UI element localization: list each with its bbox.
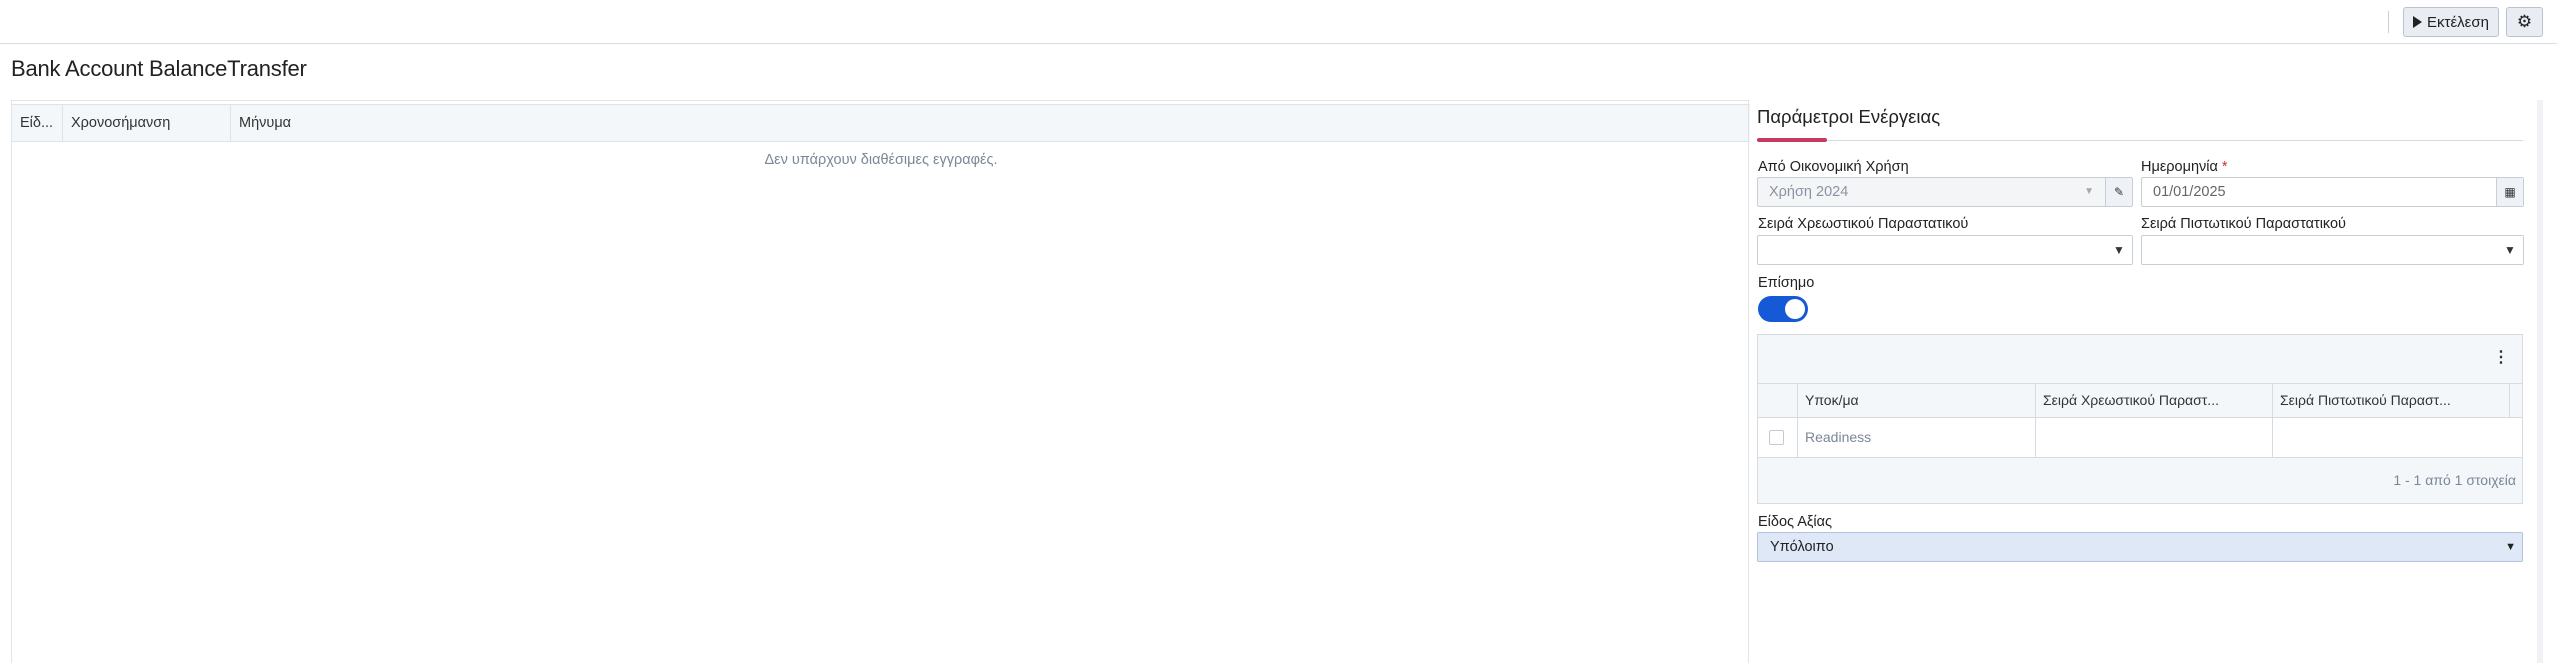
official-label: Επίσημο (1758, 275, 1815, 291)
panel-scrollbar[interactable] (2537, 100, 2543, 663)
run-button[interactable]: Εκτέλεση (2403, 7, 2499, 37)
value-type-value: Υπόλοιπο (1770, 539, 1834, 555)
log-grid-header: Είδ... Χρονοσήμανση Μήνυμα (12, 104, 1750, 142)
row-select-cell (1758, 418, 1798, 457)
log-grid: Είδ... Χρονοσήμανση Μήνυμα Δεν υπάρχουν … (11, 100, 1750, 663)
fiscal-year-label: Από Οικονομική Χρήση (1758, 159, 1909, 175)
credit-series-label: Σειρά Πιστωτικού Παραστατικού (2141, 216, 2346, 232)
branches-grid: ⋮ Υποκ/μα Σειρά Χρεωστικού Παραστ... Σει… (1757, 334, 2523, 504)
page-title: Bank Account BalanceTransfer (11, 56, 307, 81)
required-mark: * (2221, 159, 2228, 175)
pager-info: 1 - 1 από 1 στοιχεία (2393, 472, 2516, 488)
calendar-icon: ▦ (2504, 185, 2516, 199)
pencil-icon: ✎ (2113, 185, 2125, 199)
parameters-title: Παράμετροι Ενέργειας (1757, 106, 1941, 127)
value-type-select[interactable]: Υπόλοιπο ▼ (1757, 532, 2523, 562)
settings-button[interactable]: ⚙ (2506, 7, 2543, 37)
table-row[interactable]: Readiness (1758, 418, 2522, 458)
debit-series-label: Σειρά Χρεωστικού Παραστατικού (1758, 216, 1969, 232)
chevron-down-icon: ▼ (2084, 186, 2094, 197)
fiscal-year-value: Χρήση 2024 (1769, 184, 1849, 200)
column-header-debit-series[interactable]: Σειρά Χρεωστικού Παραστ... (2036, 384, 2273, 417)
credit-series-dropdown-button[interactable]: ▼ (2497, 236, 2523, 264)
official-toggle[interactable] (1758, 296, 1808, 322)
debit-series-cell[interactable] (2036, 418, 2273, 457)
branches-grid-header: Υποκ/μα Σειρά Χρεωστικού Παραστ... Σειρά… (1758, 383, 2522, 418)
column-header-timestamp[interactable]: Χρονοσήμανση (63, 105, 231, 141)
date-label: Ημερομηνία * (2141, 159, 2228, 175)
chevron-down-icon: ▼ (2505, 541, 2516, 553)
value-type-label: Είδος Αξίας (1758, 514, 1833, 530)
toggle-knob (1785, 299, 1805, 319)
date-label-text: Ημερομηνία (2141, 159, 2218, 175)
parameters-tab-indicator (1757, 138, 1827, 142)
top-toolbar: Εκτέλεση ⚙ (0, 0, 2557, 44)
empty-records-message: Δεν υπάρχουν διαθέσιμες εγγραφές. (764, 152, 998, 168)
column-header-type[interactable]: Είδ... (12, 105, 63, 141)
row-checkbox[interactable] (1769, 430, 1784, 445)
debit-series-dropdown-button[interactable]: ▼ (2106, 236, 2132, 264)
edit-button[interactable]: ✎ (2105, 178, 2132, 206)
credit-series-cell[interactable] (2273, 418, 2510, 457)
select-column-header (1758, 384, 1798, 417)
calendar-button[interactable]: ▦ (2496, 178, 2523, 206)
column-header-message[interactable]: Μήνυμα (231, 105, 1749, 141)
fiscal-year-field: Χρήση 2024 ▼ ✎ (1757, 177, 2133, 207)
chevron-down-icon: ▼ (2504, 243, 2516, 257)
debit-series-select[interactable]: ▼ (1757, 235, 2133, 265)
column-header-branch[interactable]: Υποκ/μα (1798, 384, 2036, 417)
run-button-label: Εκτέλεση (2427, 13, 2489, 31)
play-icon (2413, 16, 2423, 28)
chevron-down-icon: ▼ (2113, 243, 2125, 257)
gear-icon: ⚙ (2516, 12, 2533, 31)
date-field[interactable]: 01/01/2025 ▦ (2141, 177, 2524, 207)
more-vertical-icon[interactable]: ⋮ (2493, 347, 2509, 367)
parameters-divider (1757, 140, 2523, 141)
credit-series-select[interactable]: ▼ (2141, 235, 2524, 265)
branch-cell[interactable]: Readiness (1798, 418, 2036, 457)
date-value[interactable]: 01/01/2025 (2153, 178, 2226, 206)
column-header-credit-series[interactable]: Σειρά Πιστωτικού Παραστ... (2273, 384, 2510, 417)
toolbar-separator (2388, 11, 2389, 33)
